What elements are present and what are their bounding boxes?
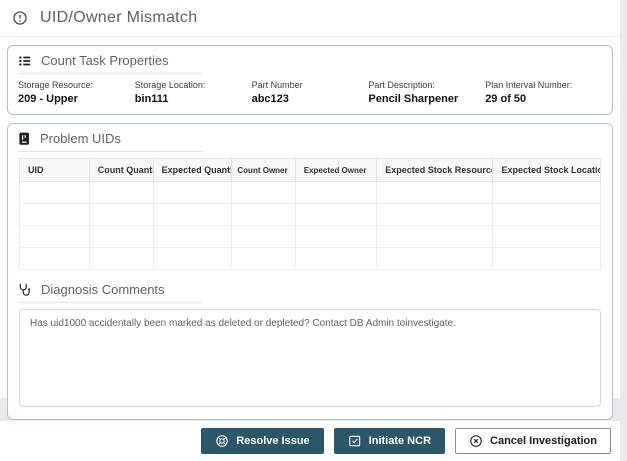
table-cell [19, 203, 90, 226]
field-part-number: Part Number abc123 [252, 80, 369, 105]
field-value: abc123 [251, 93, 289, 105]
table-cell [231, 247, 296, 270]
lifebuoy-icon [215, 434, 229, 448]
table-cell [152, 225, 233, 248]
problem-uids-header: Problem UIDs [18, 131, 203, 152]
problem-uids-body [19, 181, 601, 270]
table-cell [19, 181, 90, 204]
uid-tag-icon [18, 132, 31, 146]
resolve-issue-button[interactable]: Resolve Issue [201, 428, 324, 454]
field-label: Part Description: [368, 80, 435, 90]
table-cell [492, 225, 601, 248]
column-header-count-owner: Count Owner [231, 158, 296, 182]
investigation-card: Problem UIDs UIDCount QuantityExpected Q… [7, 123, 613, 420]
section-title: Problem UIDs [40, 131, 121, 146]
count-task-properties-fields: Storage Resource: 209 - Upper Storage Lo… [8, 74, 612, 114]
table-cell [376, 203, 494, 226]
table-cell [294, 203, 378, 226]
diagnosis-comments-header: Diagnosis Comments [18, 282, 203, 303]
problem-uids-table: UIDCount QuantityExpected QuantityCount … [19, 158, 601, 270]
field-label: Plan Interval Number: [485, 80, 573, 90]
table-cell [231, 225, 296, 248]
mail-check-icon [348, 434, 362, 448]
column-header-expected-stock-location: Expected Stock Location [492, 158, 601, 182]
field-part-description: Part Description: Pencil Sharpener [368, 80, 485, 105]
count-task-properties-card: Count Task Properties Storage Resource: … [7, 45, 613, 115]
table-cell [492, 181, 601, 204]
table-cell [231, 203, 296, 226]
table-cell [88, 203, 154, 226]
count-task-properties-header: Count Task Properties [18, 53, 203, 74]
table-row [19, 247, 601, 270]
button-label: Resolve Issue [236, 435, 310, 447]
list-icon [18, 54, 32, 68]
column-header-uid: UID [19, 158, 90, 182]
table-row [19, 225, 601, 248]
table-cell [376, 247, 494, 270]
button-label: Initiate NCR [368, 435, 432, 447]
column-header-count-quantity: Count Quantity [88, 158, 154, 182]
table-cell [294, 181, 378, 204]
table-cell [88, 247, 154, 270]
table-row [19, 181, 601, 204]
table-row [19, 203, 601, 226]
table-cell [88, 225, 154, 248]
field-plan-interval-number: Plan Interval Number: 29 of 50 [485, 80, 602, 105]
initiate-ncr-button[interactable]: Initiate NCR [333, 428, 446, 454]
stethoscope-icon [18, 283, 32, 297]
info-icon [12, 10, 28, 26]
field-value: 209 - Upper [18, 93, 78, 105]
field-label: Storage Resource: [18, 80, 94, 90]
field-value: Pencil Sharpener [368, 93, 459, 105]
footer-actions: Resolve Issue Initiate NCR Cancel Invest… [0, 420, 620, 461]
page-header: UID/Owner Mismatch [0, 0, 620, 37]
uid-owner-mismatch-window: UID/Owner Mismatch Count Task Properties… [0, 0, 620, 461]
field-label: Part Number [251, 80, 303, 90]
cancel-investigation-button[interactable]: Cancel Investigation [455, 428, 611, 454]
cancel-circle-icon [469, 434, 483, 448]
table-cell [152, 203, 233, 226]
field-label: Storage Location: [134, 80, 206, 90]
section-title: Diagnosis Comments [41, 282, 165, 297]
field-value: bin111 [134, 93, 169, 105]
problem-uids-header-row: UIDCount QuantityExpected QuantityCount … [19, 158, 601, 182]
table-cell [152, 247, 233, 270]
diagnosis-comments-input[interactable]: Has uid1000 accidentally been marked as … [19, 309, 601, 407]
field-storage-location: Storage Location: bin111 [135, 80, 252, 105]
table-cell [376, 225, 494, 248]
page-title: UID/Owner Mismatch [40, 9, 198, 26]
column-header-expected-quantity: Expected Quantity [152, 158, 233, 182]
table-cell [19, 225, 90, 248]
table-cell [492, 203, 601, 226]
button-label: Cancel Investigation [490, 435, 597, 447]
table-cell [231, 181, 296, 204]
column-header-expected-stock-resource: Expected Stock Resource [376, 158, 494, 182]
section-title: Count Task Properties [41, 53, 169, 68]
column-header-expected-owner: Expected Owner [294, 158, 378, 182]
table-cell [88, 181, 154, 204]
table-cell [294, 225, 378, 248]
table-cell [19, 247, 90, 270]
table-cell [376, 181, 494, 204]
table-cell [294, 247, 378, 270]
field-value: 29 of 50 [485, 93, 527, 105]
field-storage-resource: Storage Resource: 209 - Upper [18, 80, 135, 105]
table-cell [492, 247, 601, 270]
table-cell [152, 181, 233, 204]
